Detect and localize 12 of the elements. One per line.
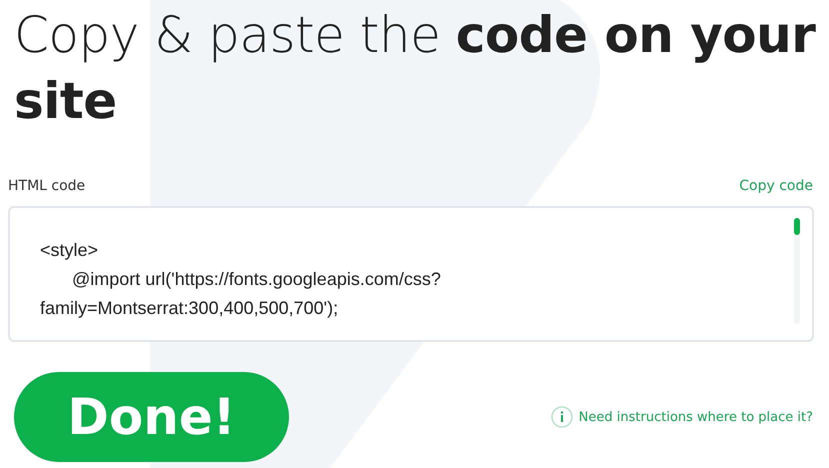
page-heading: Copy & paste the code on your site (13, 5, 817, 132)
scrollbar[interactable] (794, 218, 800, 324)
code-field[interactable]: <style> @import url('https://fonts.googleapis.com/css? family=Montserrat:300,400,500,700'); (8, 206, 814, 342)
code-line: family=Montserrat:300,400,500,700'); (40, 297, 340, 320)
code-line: <style> (40, 239, 100, 262)
info-icon (550, 406, 573, 428)
scrollbar-thumb[interactable] (794, 218, 800, 235)
copy-code-link[interactable]: Copy code (739, 178, 821, 194)
help-link[interactable]: Need instructions where to place it? (550, 406, 821, 428)
done-button[interactable]: Done! (14, 372, 289, 462)
field-label: HTML code (8, 178, 86, 194)
code-line: @import url('https://fonts.googleapis.com/css? (71, 268, 441, 291)
